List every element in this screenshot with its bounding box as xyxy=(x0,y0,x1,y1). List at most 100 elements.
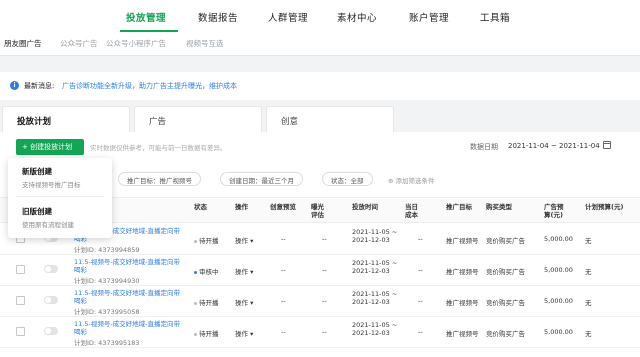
notice-link[interactable]: 广告诊断功能全新升级，助力广告主提升曝光，维护成本 xyxy=(62,81,237,91)
daily-cost-cell: -- xyxy=(418,328,423,336)
plan-budget-cell: 无 xyxy=(585,299,592,307)
sub-nav: 朋友圈广告 公众号广告 公众号小程序广告 视频号互选 xyxy=(0,34,640,56)
status-text: 待开播 xyxy=(199,299,219,307)
row-toggle[interactable] xyxy=(44,296,58,304)
menu-new-create-desc: 支持视频号推广目标 xyxy=(22,181,81,189)
calendar-icon[interactable] xyxy=(603,141,611,149)
operation-dropdown[interactable]: 操作 ▾ xyxy=(235,297,253,307)
operation-dropdown[interactable]: 操作 ▾ xyxy=(235,235,253,245)
time-cell: 2021-11-05 ~ 2021-12-03 xyxy=(352,259,398,275)
target-cell: 推广视频号 xyxy=(446,299,479,307)
table-row[interactable]: 11.5-视频号-成交好地域-直播定向带喝彩计划ID: 4373994930 审核… xyxy=(0,255,640,286)
nav-tab-assets[interactable]: 素材中心 xyxy=(337,10,377,24)
add-filter-button[interactable]: ⊕ 添加筛选条件 xyxy=(388,175,435,185)
menu-new-create[interactable]: 新版创建 xyxy=(22,166,52,177)
filter-status[interactable]: 状态：全部 xyxy=(322,172,373,186)
campaign-name-link[interactable]: 11.5-视频号-成交好地域-直播定向带喝彩 xyxy=(74,320,184,336)
preview-cell: -- xyxy=(281,297,286,305)
tab-creatives[interactable]: 创意 xyxy=(266,106,394,132)
status-text: 审核中 xyxy=(199,268,219,276)
row-checkbox[interactable] xyxy=(16,265,25,274)
row-toggle[interactable] xyxy=(44,327,58,335)
subnav-channels-select[interactable]: 视频号互选 xyxy=(186,38,224,49)
budget-cell: 5,000.00 xyxy=(544,328,573,336)
nav-tab-data-report[interactable]: 数据报告 xyxy=(198,10,238,24)
operation-dropdown[interactable]: 操作 ▾ xyxy=(235,328,253,338)
time-cell: 2021-11-05 ~ 2021-12-03 xyxy=(352,290,398,306)
target-cell: 推广视频号 xyxy=(446,330,479,338)
col-daily-cost: 当日成本 xyxy=(405,203,418,219)
menu-old-create-desc: 使用原有流程创建 xyxy=(22,221,74,229)
budget-cell: 5,000.00 xyxy=(544,266,573,274)
campaign-name-link[interactable]: 11.5-视频号-成交好地域-直播定向带喝彩 xyxy=(74,258,184,274)
create-campaign-button[interactable]: + 创建投放计划 xyxy=(16,139,84,155)
status-text: 待开播 xyxy=(199,237,219,245)
row-checkbox[interactable] xyxy=(16,327,25,336)
panel-tabs: 投放计划 广告 创意 xyxy=(0,106,640,132)
col-operation: 操作 xyxy=(235,203,248,211)
info-icon: i xyxy=(10,81,19,90)
col-preview: 创意预览 xyxy=(270,203,296,211)
status-dot xyxy=(194,239,197,243)
col-target: 推广目标 xyxy=(446,203,472,211)
col-status: 状态 xyxy=(194,203,207,211)
campaign-id: 计划ID: 4373994859 xyxy=(74,246,140,254)
status-dot xyxy=(194,332,197,336)
table-row[interactable]: 11.5-视频号-成交好地域-直播定向带喝彩计划ID: 4373995183 待开… xyxy=(0,317,640,348)
status-text: 待开播 xyxy=(199,330,219,338)
campaign-id: 计划ID: 4373995183 xyxy=(74,339,140,347)
date-range-picker[interactable]: 2021-11-04 ~ 2021-11-04 xyxy=(508,142,600,150)
plan-budget-cell: 无 xyxy=(585,237,592,245)
subnav-official-account-ads[interactable]: 公众号广告 xyxy=(60,38,98,49)
menu-divider xyxy=(16,196,104,197)
plan-budget-cell: 无 xyxy=(585,330,592,338)
realtime-hint: 实时数据仅供参考，可能与前一日数据有差异。 xyxy=(90,144,227,152)
time-cell: 2021-11-05 ~ 2021-12-03 xyxy=(352,321,398,337)
table-row[interactable]: 11.5-视频号-成交好地域-直播定向带喝彩计划ID: 4373995058 待开… xyxy=(0,286,640,317)
nav-tab-tools[interactable]: 工具箱 xyxy=(480,10,510,24)
campaign-id: 计划ID: 4373995058 xyxy=(74,308,140,316)
nav-tab-ad-management[interactable]: 投放管理 xyxy=(126,10,166,24)
buy-type-cell: 竞价购买广告 xyxy=(486,268,525,276)
row-toggle[interactable] xyxy=(44,265,58,273)
col-exposure: 曝光评估 xyxy=(311,203,324,219)
subnav-miniprogram-ads[interactable]: 公众号小程序广告 xyxy=(106,38,166,49)
campaign-name-link[interactable]: 11.5-视频号-成交好地域-直播定向带喝彩 xyxy=(74,289,184,305)
time-cell: 2021-11-05 ~ 2021-12-03 xyxy=(352,228,398,244)
daily-cost-cell: -- xyxy=(418,266,423,274)
buy-type-cell: 竞价购买广告 xyxy=(486,237,525,245)
budget-cell: 5,000.00 xyxy=(544,297,573,305)
tab-ads[interactable]: 广告 xyxy=(134,106,262,132)
row-checkbox[interactable] xyxy=(16,296,25,305)
status-badge: 待开播 xyxy=(194,328,219,338)
active-tab-underline xyxy=(120,30,178,32)
status-dot xyxy=(194,301,197,305)
exposure-cell: -- xyxy=(322,235,327,243)
budget-cell: 5,000.00 xyxy=(544,235,573,243)
daily-cost-cell: -- xyxy=(418,297,423,305)
filter-create-date[interactable]: 创建日期：最近三个月 xyxy=(220,172,303,186)
status-dot xyxy=(194,270,197,274)
tab-campaigns[interactable]: 投放计划 xyxy=(2,106,130,132)
target-cell: 推广视频号 xyxy=(446,237,479,245)
top-nav: 投放管理 数据报告 人群管理 素材中心 账户管理 工具箱 xyxy=(0,0,640,34)
col-plan-budget: 计划预算(元) xyxy=(585,203,624,211)
nav-tab-account[interactable]: 账户管理 xyxy=(409,10,449,24)
col-time: 投放时间 xyxy=(352,203,378,211)
subnav-moments-ads[interactable]: 朋友圈广告 xyxy=(4,38,42,49)
status-badge: 审核中 xyxy=(194,266,219,276)
menu-old-create[interactable]: 旧版创建 xyxy=(22,206,52,217)
campaign-id: 计划ID: 4373994930 xyxy=(74,277,140,285)
target-cell: 推广视频号 xyxy=(446,268,479,276)
create-menu: 新版创建 支持视频号推广目标 旧版创建 使用原有流程创建 xyxy=(8,158,112,238)
exposure-cell: -- xyxy=(322,297,327,305)
operation-dropdown[interactable]: 操作 ▾ xyxy=(235,266,253,276)
daily-cost-cell: -- xyxy=(418,235,423,243)
col-budget: 广告预算(元) xyxy=(544,203,564,219)
nav-tab-audience[interactable]: 人群管理 xyxy=(268,10,308,24)
status-badge: 待开播 xyxy=(194,235,219,245)
plan-budget-cell: 无 xyxy=(585,268,592,276)
date-label: 数据日期 xyxy=(470,143,498,151)
preview-cell: -- xyxy=(281,266,286,274)
filter-target[interactable]: 推广目标：推广视频号 xyxy=(118,172,201,186)
